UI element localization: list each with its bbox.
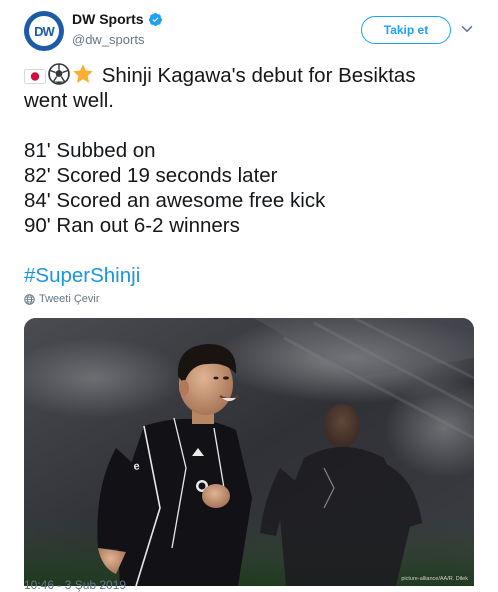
tweet-line-2: went well.: [24, 89, 115, 112]
verified-badge-icon: [148, 12, 162, 26]
event-line: 84' Scored an awesome free kick: [24, 189, 326, 212]
globe-icon: [24, 293, 35, 305]
dw-logo-icon: DW: [29, 16, 59, 46]
tweet-headline: Shinji Kagawa's debut for Besiktas: [101, 64, 416, 87]
avatar[interactable]: DW: [24, 11, 64, 51]
soccer-ball-emoji: [48, 63, 70, 85]
event-line: 90' Ran out 6-2 winners: [24, 214, 240, 237]
tweet-text: Shinji Kagawa's debut for Besiktas went …: [24, 63, 474, 288]
tweet-header: DW DW Sports @dw_sports Takip et: [0, 0, 498, 60]
display-name[interactable]: DW Sports: [72, 11, 144, 27]
photo-credit: picture-alliance/AA/R. Dilek: [401, 576, 468, 582]
football-player-photo: e picture-alliance/AA/R. Dilek: [24, 318, 474, 586]
tweet-photo[interactable]: e picture-alliance/AA/R. Dilek: [24, 318, 474, 586]
tweet-timestamp[interactable]: 10:46 - 3 Şub 2019: [24, 578, 126, 592]
event-line: 82' Scored 19 seconds later: [24, 164, 278, 187]
follow-button[interactable]: Takip et: [361, 16, 451, 44]
chevron-down-icon[interactable]: [461, 23, 473, 35]
star-emoji: [73, 64, 93, 83]
author-name-row[interactable]: DW Sports: [72, 11, 163, 27]
translate-label[interactable]: Tweeti Çevir: [39, 293, 100, 305]
flag-japan-emoji: [24, 69, 46, 84]
hashtag-link[interactable]: #SuperShinji: [24, 264, 140, 287]
translate-tweet-link[interactable]: Tweeti Çevir: [24, 293, 100, 305]
event-line: 81' Subbed on: [24, 139, 156, 162]
author-handle[interactable]: @dw_sports: [72, 32, 144, 47]
tweet-line-1: Shinji Kagawa's debut for Besiktas: [24, 63, 474, 88]
